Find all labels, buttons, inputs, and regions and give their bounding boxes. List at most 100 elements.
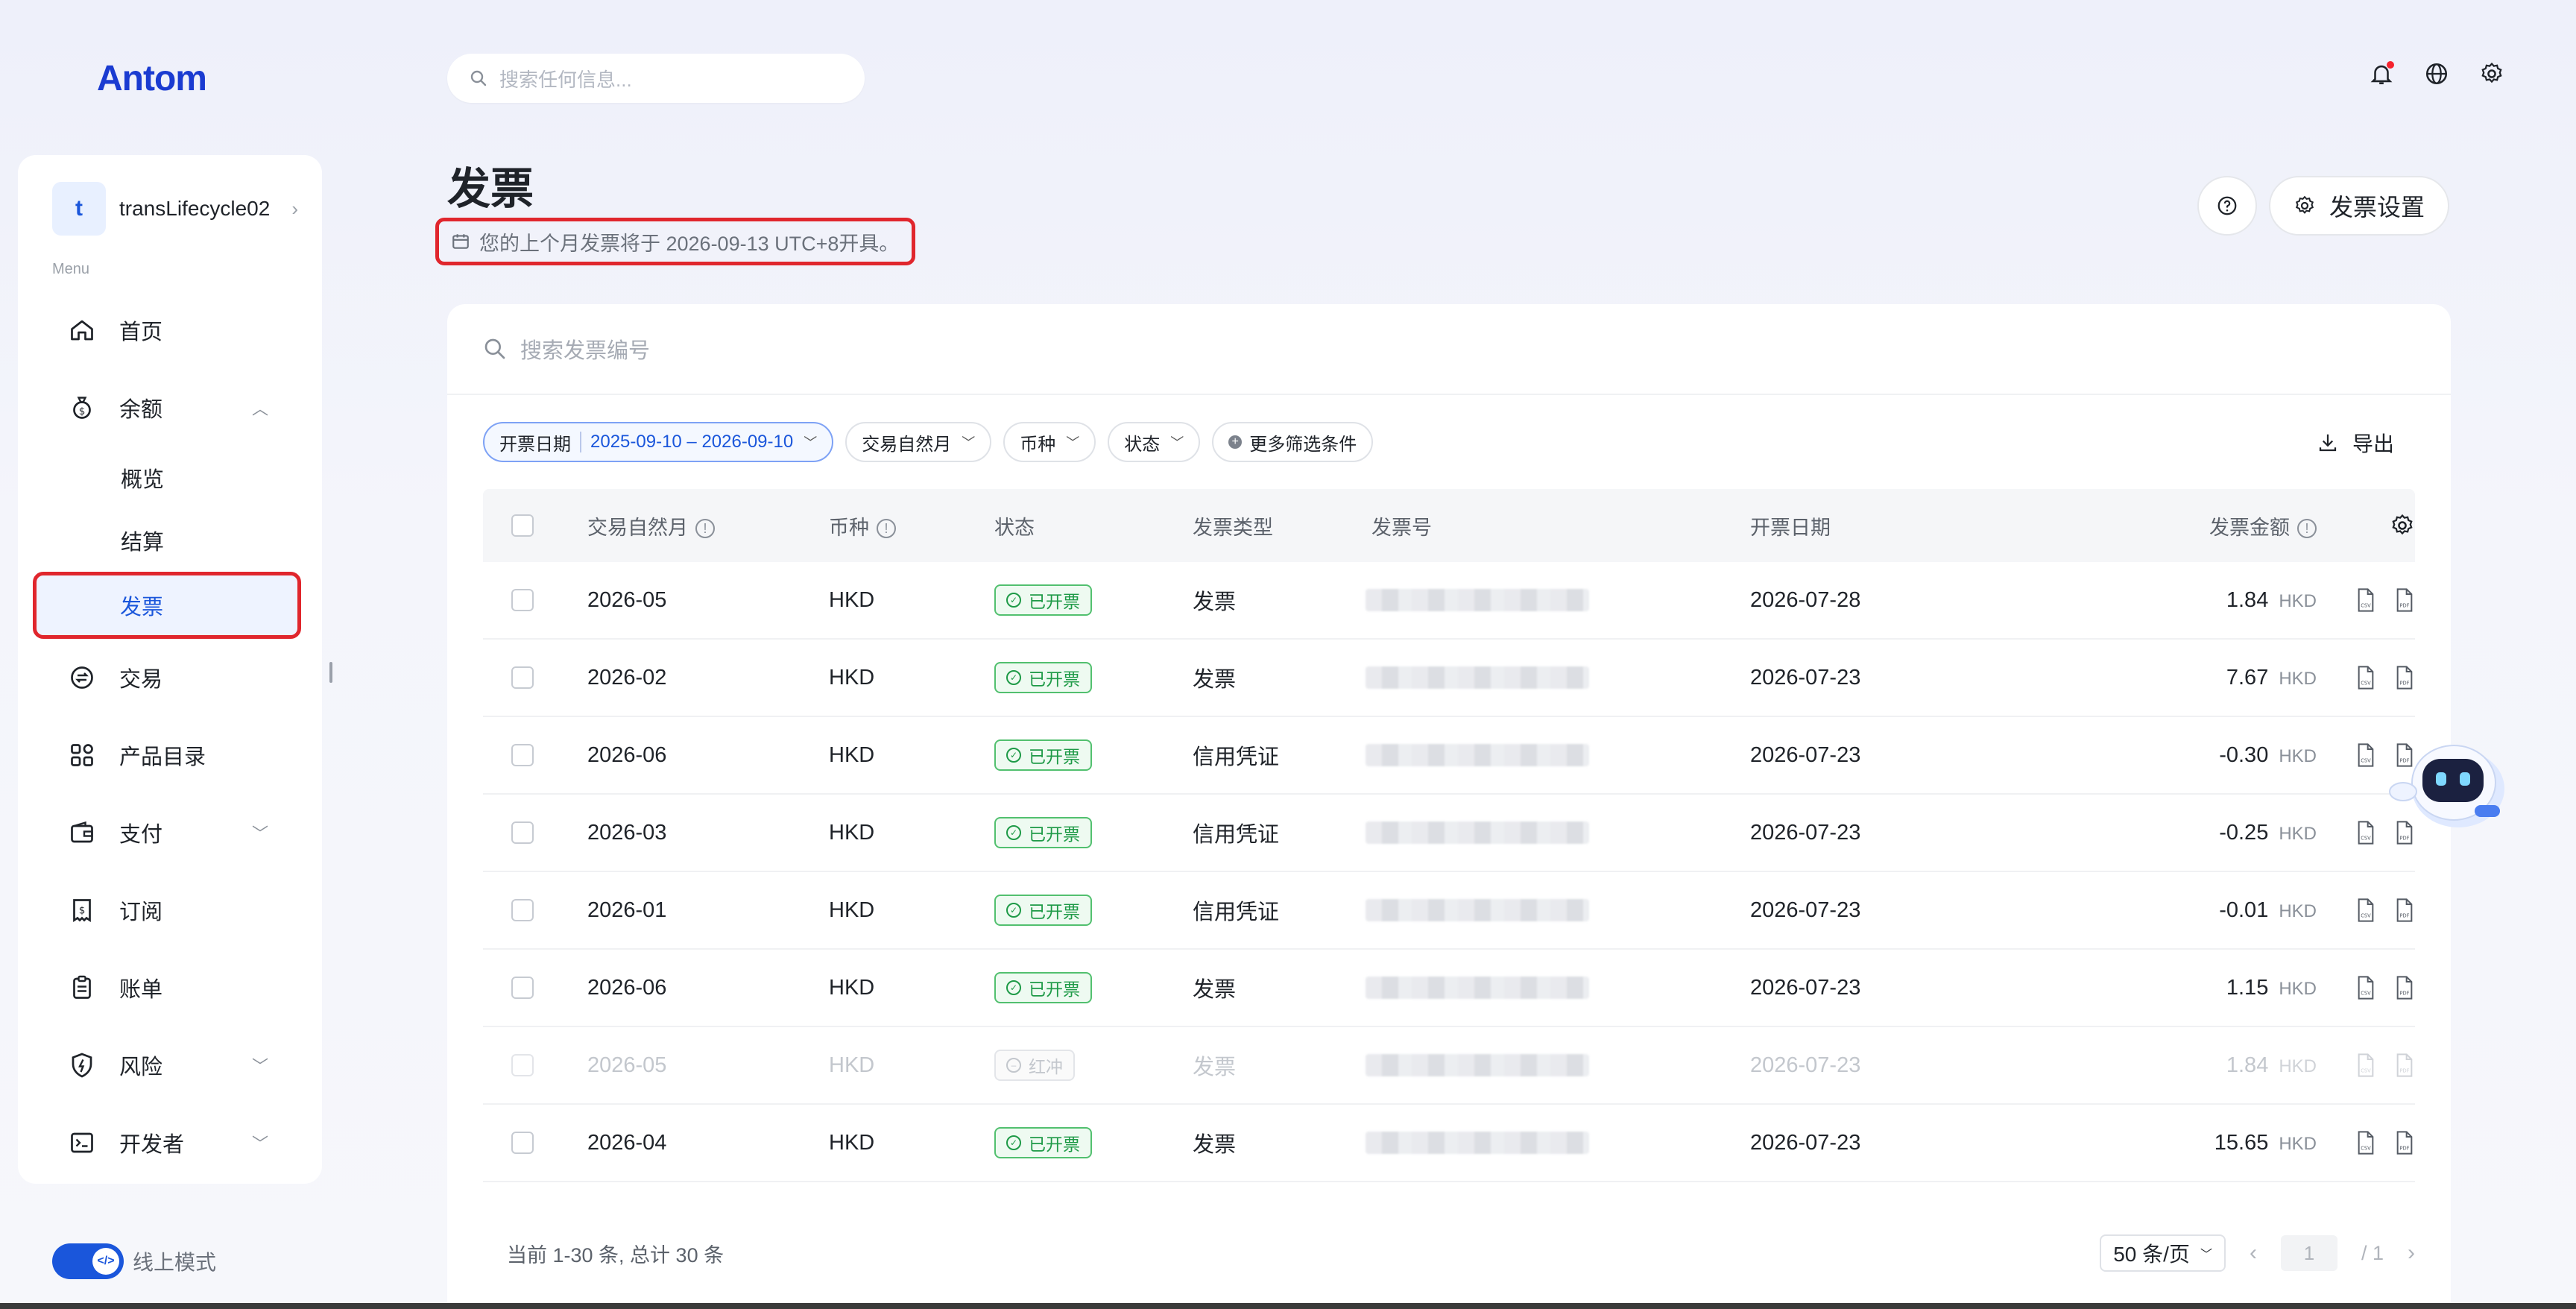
page-number-input[interactable]: 1: [2280, 1235, 2337, 1271]
svg-text:CSV: CSV: [2361, 602, 2371, 608]
sidebar-item-label: 首页: [119, 321, 163, 344]
sidebar-item-catalog[interactable]: 产品目录: [34, 716, 306, 794]
table-row[interactable]: 2026-06 HKD ✓ 已开票 发票 2026-07-23 1.15 HKD …: [483, 950, 2415, 1027]
csv-file-icon[interactable]: CSV: [2355, 1053, 2376, 1077]
row-checkbox[interactable]: [511, 821, 534, 844]
svg-text:PDF: PDF: [2400, 1145, 2410, 1151]
globe-icon[interactable]: [2424, 61, 2449, 86]
toggle-switch[interactable]: </>: [52, 1243, 124, 1279]
row-checkbox[interactable]: [511, 744, 534, 766]
sidebar-item-label: 产品目录: [119, 745, 206, 769]
cell-status: ✓ 已开票: [994, 895, 1193, 926]
invoice-settings-button[interactable]: 发票设置: [2269, 176, 2449, 236]
sidebar-item-transactions[interactable]: 交易: [34, 639, 306, 716]
mode-label: 线上模式: [133, 1251, 217, 1274]
check-circle-icon: ✓: [1006, 903, 1021, 918]
filter-label: 交易自然月: [862, 434, 952, 455]
sidebar-resize-handle[interactable]: [329, 662, 332, 683]
cell-type: 发票: [1193, 590, 1237, 614]
row-checkbox[interactable]: [511, 666, 534, 689]
table-row[interactable]: 2026-05 HKD – 红冲 发票 2026-07-23 1.84 HKD C…: [483, 1027, 2415, 1105]
money-bag-icon: $: [67, 393, 97, 423]
csv-file-icon[interactable]: CSV: [2355, 821, 2376, 845]
cell-currency: HKD: [829, 665, 875, 690]
csv-file-icon[interactable]: CSV: [2355, 743, 2376, 767]
cell-type: 信用凭证: [1193, 900, 1280, 924]
csv-file-icon[interactable]: CSV: [2355, 976, 2376, 1000]
exchange-icon: [67, 663, 97, 693]
gear-icon[interactable]: [2390, 513, 2415, 538]
pdf-file-icon[interactable]: PDF: [2394, 588, 2415, 612]
sidebar-item-bills[interactable]: 账单: [34, 949, 306, 1026]
table-row[interactable]: 2026-05 HKD ✓ 已开票 发票 2026-07-28 1.84 HKD …: [483, 562, 2415, 640]
sidebar-item-subscriptions[interactable]: $ 订阅: [34, 871, 306, 949]
global-search-input[interactable]: 搜索任何信息...: [447, 54, 865, 103]
sidebar-item-balance[interactable]: $ 余额 ︿: [34, 369, 306, 447]
info-icon[interactable]: !: [695, 519, 715, 539]
sidebar-item-home[interactable]: 首页: [34, 291, 306, 369]
row-checkbox[interactable]: [511, 977, 534, 999]
row-checkbox[interactable]: [511, 589, 534, 611]
csv-file-icon[interactable]: CSV: [2355, 1131, 2376, 1155]
next-page-button[interactable]: ›: [2408, 1240, 2415, 1266]
invoice-notice: 您的上个月发票将于 2026-09-13 UTC+8开具。: [435, 218, 915, 265]
table-row[interactable]: 2026-03 HKD ✓ 已开票 信用凭证 2026-07-23 -0.25 H…: [483, 795, 2415, 872]
gear-icon[interactable]: [2479, 61, 2504, 86]
page-size-select[interactable]: 50 条/页 ﹀: [2100, 1234, 2226, 1272]
column-settings[interactable]: [2317, 513, 2415, 538]
pdf-file-icon[interactable]: PDF: [2394, 1053, 2415, 1077]
help-button[interactable]: [2197, 176, 2257, 236]
prev-page-button[interactable]: ‹: [2250, 1240, 2257, 1266]
filter-currency[interactable]: 币种 ﹀: [1003, 422, 1096, 462]
cell-actions: CSV PDF: [2317, 976, 2415, 1000]
csv-file-icon[interactable]: CSV: [2355, 588, 2376, 612]
robot-assistant-icon[interactable]: [2385, 731, 2507, 835]
row-checkbox[interactable]: [511, 899, 534, 921]
sidebar-subitem-settlement[interactable]: 结算: [34, 509, 306, 572]
info-icon[interactable]: !: [2297, 519, 2317, 539]
table-header: 交易自然月! 币种! 状态 发票类型 发票号 开票日期 发票金额!: [483, 489, 2415, 562]
filter-invoice-date[interactable]: 开票日期 2025-09-10 – 2026-09-10 ﹀: [483, 422, 834, 462]
cell-amount: -0.01 HKD: [2033, 898, 2317, 923]
row-checkbox[interactable]: [511, 1132, 534, 1154]
sidebar-subitem-overview[interactable]: 概览: [34, 447, 306, 509]
check-circle-icon: ✓: [1006, 825, 1021, 840]
pdf-file-icon[interactable]: PDF: [2394, 1131, 2415, 1155]
sidebar-subitem-invoice[interactable]: 发票: [33, 572, 301, 639]
table-row[interactable]: 2026-01 HKD ✓ 已开票 信用凭证 2026-07-23 -0.01 H…: [483, 872, 2415, 950]
amount-value: 7.67: [2226, 665, 2269, 690]
cell-actions: CSV PDF: [2317, 1131, 2415, 1155]
cell-amount: 15.65 HKD: [2033, 1131, 2317, 1155]
pdf-file-icon[interactable]: PDF: [2394, 666, 2415, 690]
export-button[interactable]: 导出: [2317, 428, 2394, 458]
filter-month[interactable]: 交易自然月 ﹀: [845, 422, 992, 462]
info-icon[interactable]: !: [877, 519, 896, 539]
sidebar-item-developers[interactable]: 开发者 ﹀: [34, 1104, 306, 1182]
csv-file-icon[interactable]: CSV: [2355, 666, 2376, 690]
cell-type: 信用凭证: [1193, 823, 1280, 847]
svg-text:PDF: PDF: [2400, 835, 2410, 841]
pdf-file-icon[interactable]: PDF: [2394, 976, 2415, 1000]
amount-value: 1.15: [2226, 975, 2269, 1000]
csv-file-icon[interactable]: CSV: [2355, 898, 2376, 922]
sidebar-item-payments[interactable]: 支付 ﹀: [34, 794, 306, 871]
invoice-search-input[interactable]: 搜索发票编号: [447, 304, 2451, 395]
table-row[interactable]: 2026-06 HKD ✓ 已开票 信用凭证 2026-07-23 -0.30 H…: [483, 717, 2415, 795]
table-row[interactable]: 2026-02 HKD ✓ 已开票 发票 2026-07-23 7.67 HKD …: [483, 640, 2415, 717]
cell-invoice-no: [1366, 899, 1750, 921]
row-checkbox[interactable]: [511, 1054, 534, 1076]
pdf-file-icon[interactable]: PDF: [2394, 898, 2415, 922]
cell-currency: HKD: [829, 898, 875, 922]
filter-status[interactable]: 状态 ﹀: [1108, 422, 1201, 462]
bell-icon[interactable]: [2369, 61, 2394, 86]
status-text: 已开票: [1029, 902, 1080, 921]
select-all-checkbox[interactable]: [511, 514, 534, 537]
live-mode-toggle[interactable]: </> 线上模式: [52, 1243, 216, 1279]
account-switcher[interactable]: t transLifecycle02 ›: [34, 182, 306, 236]
sidebar-item-risk[interactable]: 风险 ﹀: [34, 1026, 306, 1104]
antom-logo[interactable]: Antom: [97, 58, 207, 99]
page-title: 发票: [447, 165, 534, 213]
cell-status: ✓ 已开票: [994, 972, 1193, 1003]
more-filters-button[interactable]: + 更多筛选条件: [1212, 422, 1374, 462]
table-row[interactable]: 2026-04 HKD ✓ 已开票 发票 2026-07-23 15.65 HKD…: [483, 1105, 2415, 1182]
